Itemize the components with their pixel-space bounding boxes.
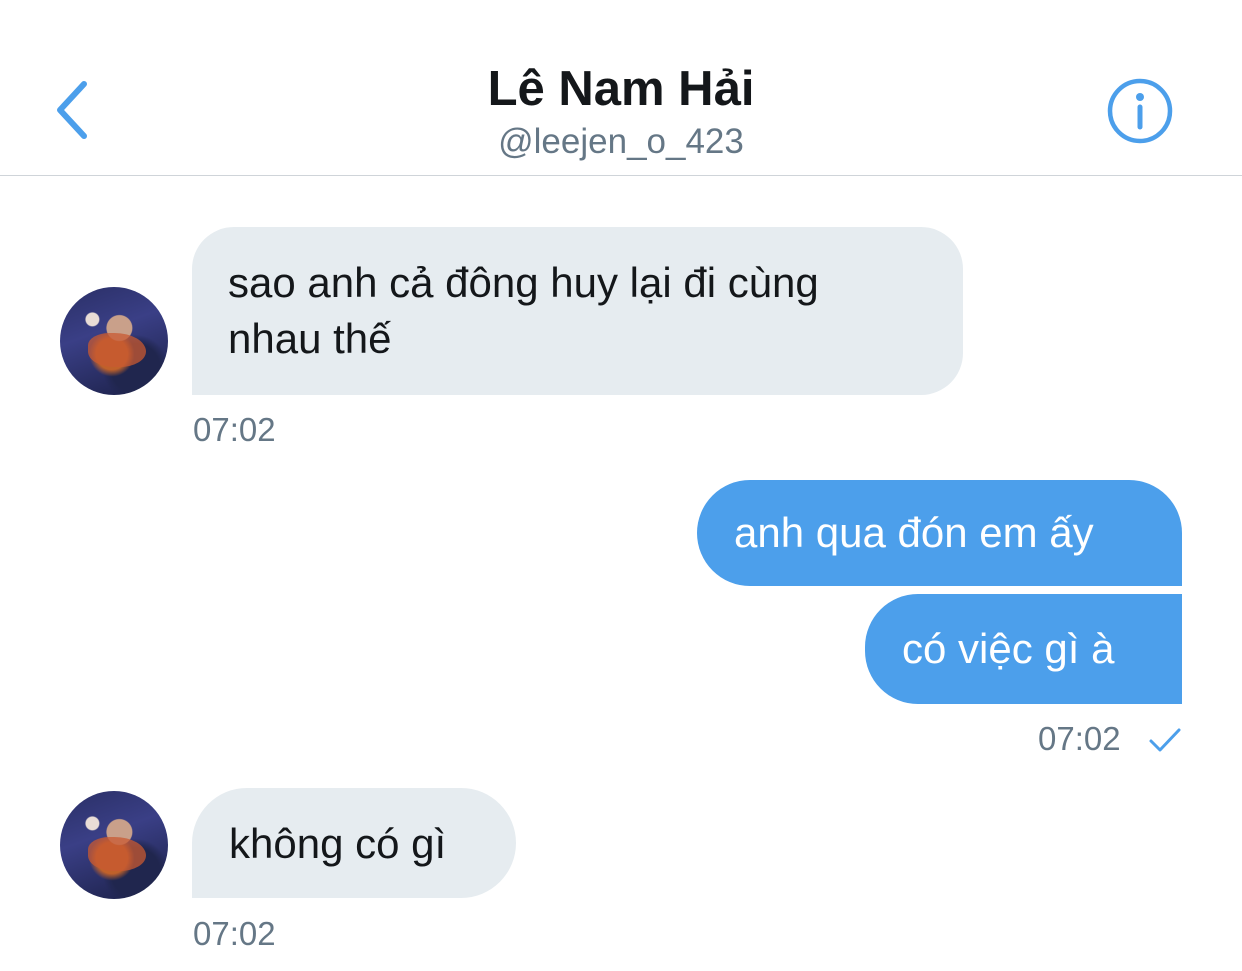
message-timestamp: 07:02 (193, 411, 276, 448)
contact-avatar[interactable] (60, 287, 168, 395)
message-timestamp: 07:02 (193, 915, 276, 952)
conversation-header: Lê Nam Hải @leejen_o_423 (0, 0, 1242, 176)
message-timestamp: 07:02 (1038, 720, 1121, 757)
contact-avatar[interactable] (60, 791, 168, 899)
dm-conversation-screen: Lê Nam Hải @leejen_o_423 sao anh cả đông… (0, 0, 1242, 971)
contact-name: Lê Nam Hải (487, 62, 755, 116)
contact-handle: @leejen_o_423 (498, 122, 744, 161)
message-bubble-outgoing[interactable]: có việc gì à (865, 594, 1182, 704)
message-text: không có gì (229, 820, 447, 867)
message-text: anh qua đón em ấy (734, 509, 1094, 556)
message-bubble-outgoing[interactable]: anh qua đón em ấy (697, 480, 1182, 586)
check-icon (1149, 728, 1181, 752)
message-text-line: nhau thế (228, 315, 392, 362)
message-bubble-incoming[interactable]: không có gì (192, 788, 516, 898)
message-bubble-incoming[interactable]: sao anh cả đông huy lại đi cùng nhau thế (192, 227, 963, 395)
message-text-line: sao anh cả đông huy lại đi cùng (228, 259, 819, 306)
conversation-title[interactable]: Lê Nam Hải @leejen_o_423 (0, 58, 1242, 164)
info-icon (1107, 78, 1173, 144)
info-button[interactable] (1106, 77, 1174, 145)
message-text: có việc gì à (902, 625, 1115, 672)
